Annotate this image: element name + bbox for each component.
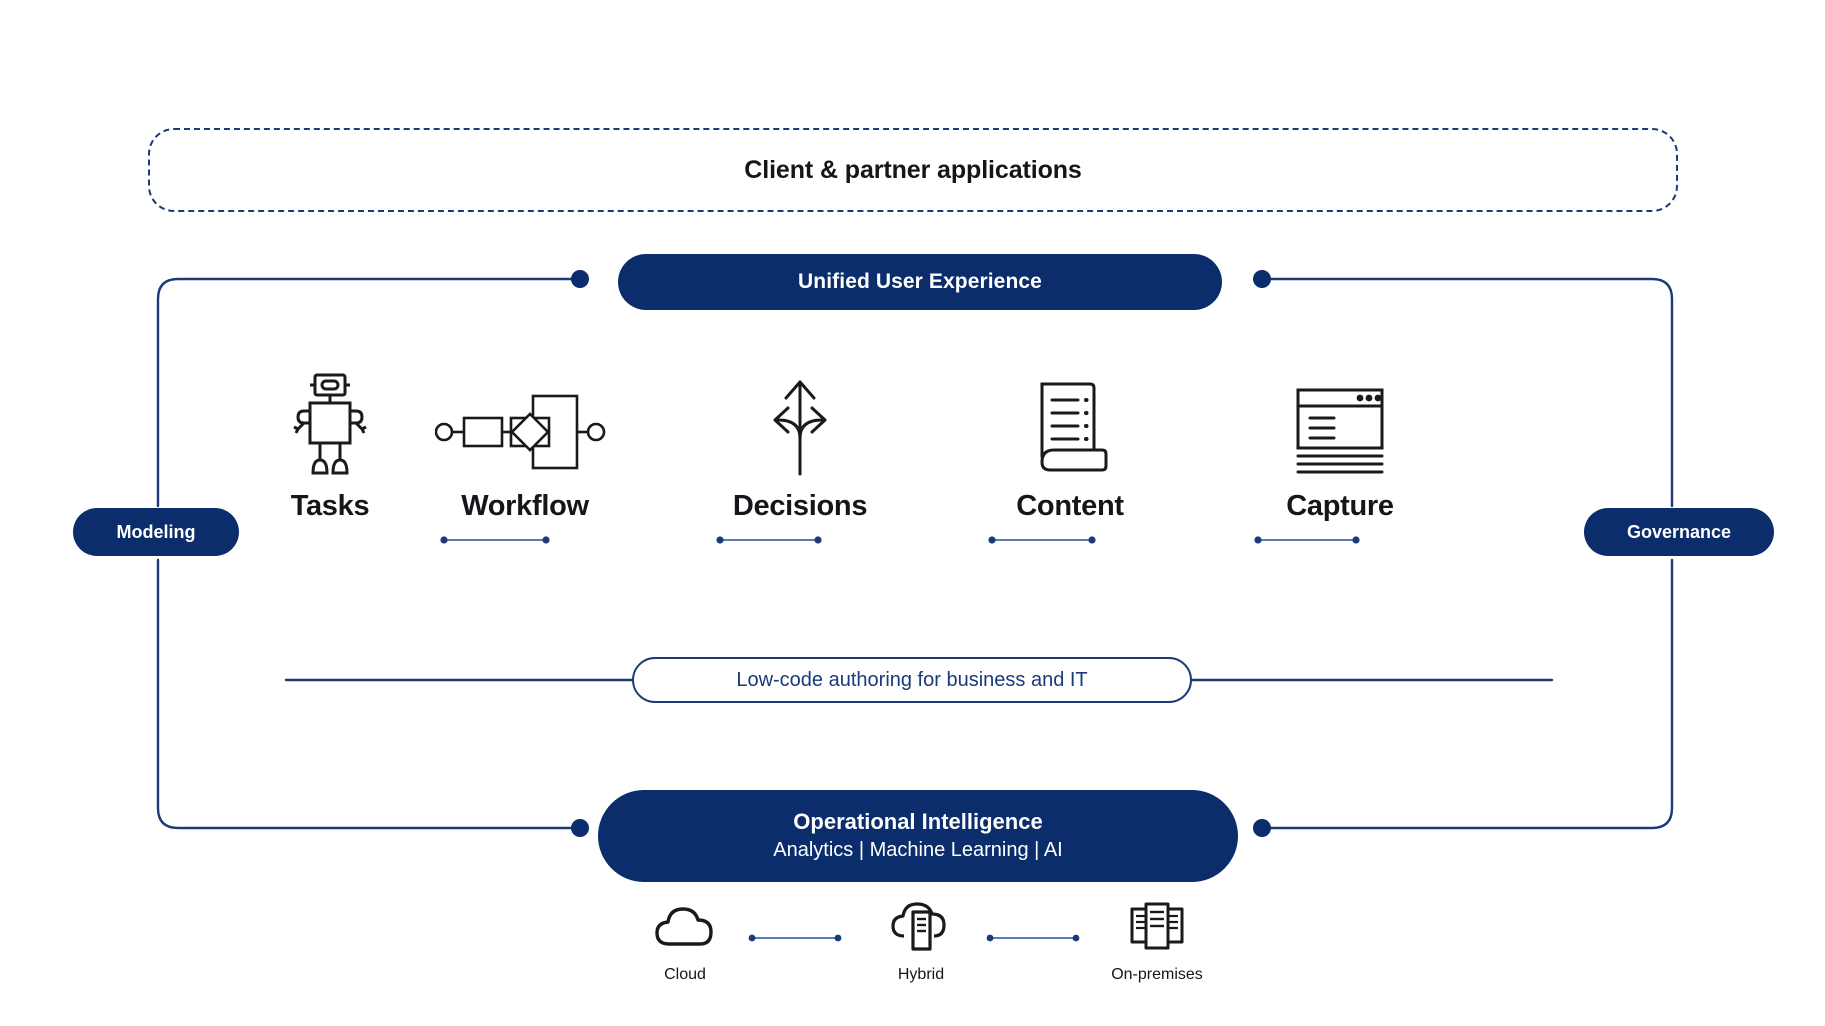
capability-label-decisions: Decisions [732, 490, 868, 522]
capability-content: Content [990, 368, 1150, 523]
frame-left-lower [156, 558, 582, 830]
frame-right-lower [1260, 558, 1674, 830]
cloud-icon [654, 898, 716, 954]
lowcode-authoring-label: Low-code authoring for business and IT [736, 668, 1088, 691]
lowcode-authoring-pill: Low-code authoring for business and IT [632, 657, 1192, 703]
capability-row: Tasks Workflow Decisions Content Capture [250, 368, 1580, 548]
hybrid-cloud-server-icon [890, 898, 952, 954]
junction-dot-oi-left [571, 819, 589, 837]
governance-pill: Governance [1584, 508, 1774, 556]
capability-label-content: Content [1016, 490, 1124, 522]
junction-dot-uue-left [571, 270, 589, 288]
diagram-canvas: Client & partner applications Unified Us… [0, 0, 1825, 1026]
junction-dot-uue-right [1253, 270, 1271, 288]
server-rack-icon [1129, 898, 1185, 954]
junction-dot-oi-right [1253, 819, 1271, 837]
capability-decisions: Decisions [720, 368, 880, 523]
robot-icon [293, 368, 367, 476]
modeling-pill: Modeling [73, 508, 239, 556]
deployment-row: Cloud Hybrid On-premises [610, 898, 1230, 1008]
decision-branch-icon [762, 368, 838, 476]
client-partner-applications-label: Client & partner applications [744, 155, 1082, 184]
client-partner-applications-band: Client & partner applications [148, 128, 1678, 212]
browser-window-icon [1292, 368, 1388, 476]
document-scroll-icon [1032, 368, 1108, 476]
capability-label-capture: Capture [1286, 490, 1394, 522]
unified-user-experience-label: Unified User Experience [798, 270, 1042, 293]
capability-label-tasks: Tasks [290, 490, 370, 522]
modeling-label: Modeling [116, 521, 196, 542]
deployment-hybrid: Hybrid [846, 898, 996, 984]
operational-intelligence-title: Operational Intelligence [793, 808, 1043, 834]
workflow-icon [435, 368, 615, 476]
capability-label-workflow: Workflow [461, 490, 589, 522]
capability-workflow: Workflow [435, 368, 606, 523]
unified-user-experience-bar: Unified User Experience [618, 254, 1222, 310]
operational-intelligence-subtitle: Analytics | Machine Learning | AI [773, 839, 1063, 862]
governance-label: Governance [1626, 521, 1732, 542]
deployment-cloud: Cloud [610, 898, 760, 984]
deployment-label-cloud: Cloud [664, 966, 706, 983]
deployment-label-hybrid: Hybrid [897, 966, 945, 983]
capability-capture: Capture [1260, 368, 1420, 523]
capability-tasks: Tasks [250, 368, 410, 523]
deployment-onpremises: On-premises [1082, 898, 1232, 984]
operational-intelligence-bar: Operational Intelligence Analytics | Mac… [598, 790, 1238, 882]
deployment-label-onpremises: On-premises [1111, 966, 1203, 983]
